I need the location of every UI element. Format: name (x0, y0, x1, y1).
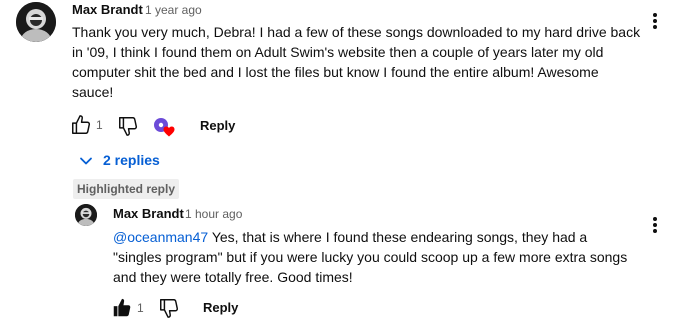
creator-heart-badge (153, 117, 177, 139)
comment-author[interactable]: Max Brandt (72, 2, 143, 17)
comment-text-line: Thank you very much, Debra! I had a few … (72, 24, 641, 40)
thumb-down-icon (119, 117, 138, 136)
reply-text-line: @oceanman47 Yes, that is where I found t… (113, 227, 653, 247)
reply-author[interactable]: Max Brandt (113, 206, 184, 221)
reply-like-count: 1 (137, 301, 144, 315)
reply-text: @oceanman47 Yes, that is where I found t… (113, 227, 653, 287)
comment-timestamp[interactable]: 1 year ago (145, 3, 202, 17)
reply-timestamp[interactable]: 1 hour ago (185, 207, 242, 221)
thumb-up-filled-icon (113, 298, 131, 317)
comment-text-line: sauce! (72, 84, 114, 100)
reply-text-segment: Yes, that is where I found these endeari… (211, 229, 588, 245)
chevron-down-icon (80, 157, 92, 165)
comment-text: Thank you very much, Debra! I had a few … (72, 22, 652, 102)
replies-toggle-button[interactable]: 2 replies (76, 150, 166, 172)
replies-toggle-label[interactable]: 2 replies (103, 152, 160, 168)
reply-button[interactable]: Reply (200, 118, 235, 133)
avatar-image (16, 2, 56, 42)
mention-link[interactable]: @oceanman47 (113, 229, 208, 245)
thumb-down-icon (160, 299, 179, 318)
like-button[interactable] (70, 114, 92, 136)
avatar-image (75, 204, 97, 226)
highlighted-reply-badge: Highlighted reply (73, 179, 180, 199)
reply-dislike-button[interactable] (158, 297, 180, 319)
dislike-button[interactable] (117, 115, 139, 137)
reply-text-line: and they were totally free. Good times! (113, 269, 353, 285)
avatar[interactable] (16, 2, 56, 42)
comment-text-line: computer shit the bed and I lost the fil… (72, 64, 599, 80)
reply-avatar[interactable] (75, 204, 97, 226)
reply-reply-button[interactable]: Reply (203, 300, 238, 315)
reply-text-line: "singles program" but if you were lucky … (113, 249, 628, 265)
heart-icon (163, 126, 175, 137)
thumb-up-icon (72, 115, 91, 134)
like-count: 1 (96, 118, 103, 132)
reply-like-button[interactable] (111, 297, 133, 319)
comment-text-line: in '09, I think I found them on Adult Sw… (72, 44, 604, 60)
